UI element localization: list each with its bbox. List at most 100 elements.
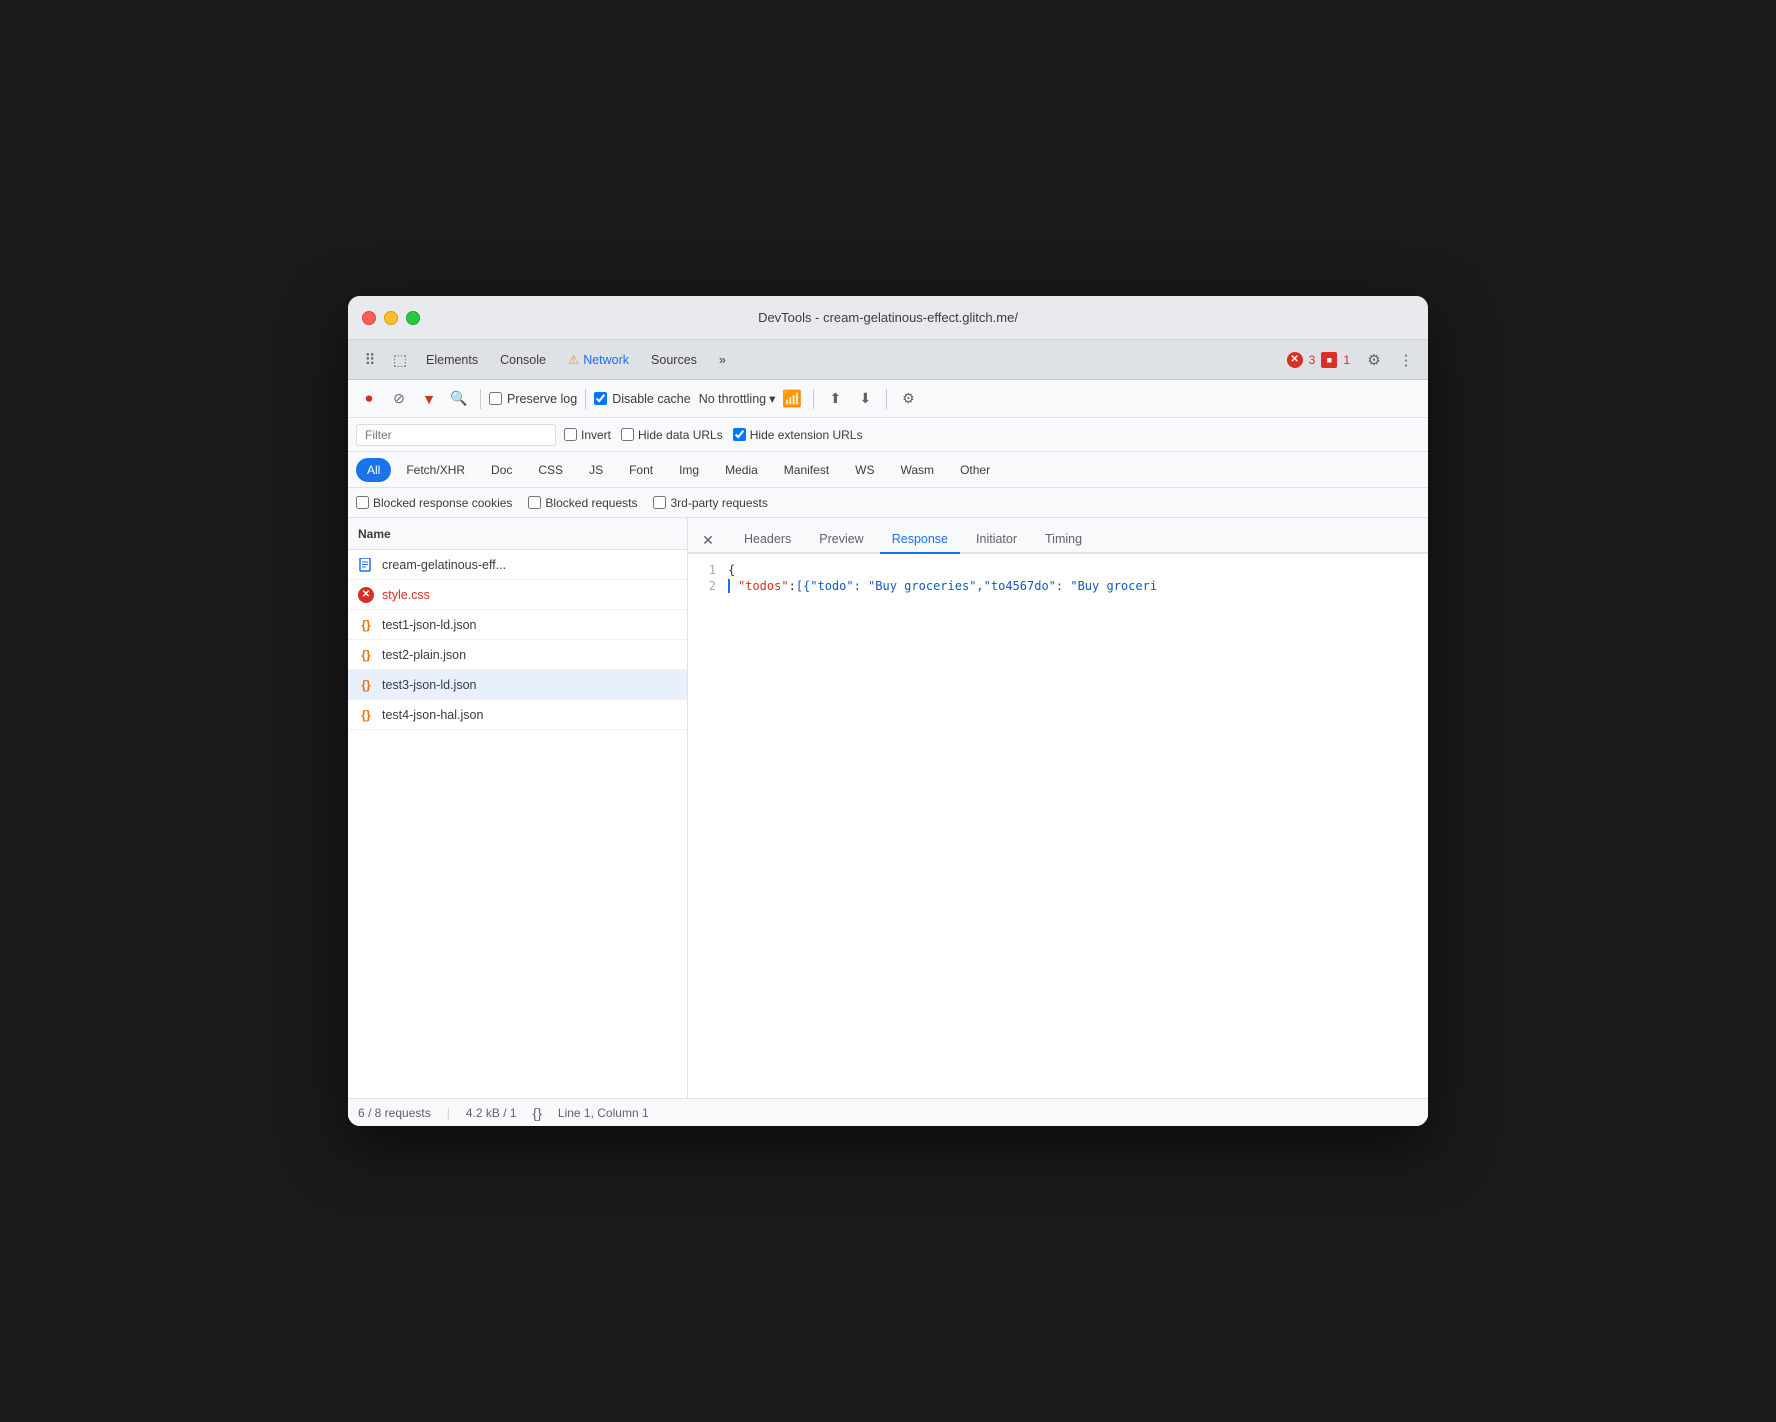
throttle-arrow: ▾ xyxy=(769,391,775,406)
type-btn-all[interactable]: All xyxy=(356,458,391,482)
preserve-log-label[interactable]: Preserve log xyxy=(489,392,577,406)
extra-filter-row: Blocked response cookies Blocked request… xyxy=(348,488,1428,518)
tab-timing[interactable]: Timing xyxy=(1033,526,1094,554)
hide-data-label[interactable]: Hide data URLs xyxy=(621,428,723,442)
json-icon-2: {} xyxy=(358,647,374,663)
type-btn-js[interactable]: JS xyxy=(578,458,614,482)
third-party-label[interactable]: 3rd-party requests xyxy=(653,496,767,510)
file-item-test2[interactable]: {} test2-plain.json xyxy=(348,640,687,670)
close-button[interactable] xyxy=(362,311,376,325)
hide-ext-label[interactable]: Hide extension URLs xyxy=(733,428,863,442)
separator-3 xyxy=(813,389,814,409)
clear-button[interactable]: ⊘ xyxy=(386,386,412,412)
preserve-log-checkbox[interactable] xyxy=(489,392,502,405)
network-settings-button[interactable]: ⚙ xyxy=(895,386,921,412)
type-btn-doc[interactable]: Doc xyxy=(480,458,523,482)
type-btn-other[interactable]: Other xyxy=(949,458,1001,482)
tab-response[interactable]: Response xyxy=(880,526,960,554)
line-number-1: 1 xyxy=(688,563,728,577)
responsive-icon[interactable]: ⬚ xyxy=(386,346,414,374)
more-options-icon[interactable]: ⋮ xyxy=(1392,346,1420,374)
blocked-requests-label[interactable]: Blocked requests xyxy=(528,496,637,510)
traffic-lights xyxy=(362,311,420,325)
blocked-cookies-text: Blocked response cookies xyxy=(373,496,512,510)
type-btn-wasm[interactable]: Wasm xyxy=(890,458,946,482)
window-title: DevTools - cream-gelatinous-effect.glitc… xyxy=(758,310,1018,325)
json-icon-3: {} xyxy=(358,677,374,693)
separator-2 xyxy=(585,389,586,409)
type-btn-ws[interactable]: WS xyxy=(844,458,885,482)
export-har-button[interactable]: ⬇ xyxy=(852,386,878,412)
search-button[interactable]: 🔍 xyxy=(446,386,472,412)
separator-4 xyxy=(886,389,887,409)
warn-badge: ■ xyxy=(1321,352,1337,368)
cursor-position: Line 1, Column 1 xyxy=(558,1106,649,1120)
online-icon[interactable]: 📶 xyxy=(779,386,805,412)
tab-console[interactable]: Console xyxy=(490,346,556,374)
main-content: Name cream-gelatinous-eff... ✕ style.css… xyxy=(348,518,1428,1098)
tab-more[interactable]: » xyxy=(709,346,736,374)
throttle-select[interactable]: No throttling ▾ xyxy=(699,391,776,406)
close-panel-button[interactable]: ✕ xyxy=(696,528,720,552)
filter-input[interactable] xyxy=(356,424,556,446)
blocked-cookies-checkbox[interactable] xyxy=(356,496,369,509)
disable-cache-label[interactable]: Disable cache xyxy=(594,392,691,406)
inspector-icon[interactable]: ⠿ xyxy=(356,346,384,374)
type-btn-img[interactable]: Img xyxy=(668,458,710,482)
settings-gear-icon[interactable]: ⚙ xyxy=(1360,346,1388,374)
code-content-1: { xyxy=(728,563,735,577)
status-separator: | xyxy=(447,1106,450,1120)
tab-initiator[interactable]: Initiator xyxy=(964,526,1029,554)
json-key-todos: "todos" xyxy=(738,579,789,593)
type-btn-css[interactable]: CSS xyxy=(527,458,574,482)
type-btn-media[interactable]: Media xyxy=(714,458,769,482)
format-icon[interactable]: {} xyxy=(533,1105,542,1121)
tab-sources[interactable]: Sources xyxy=(641,346,707,374)
title-bar: DevTools - cream-gelatinous-effect.glitc… xyxy=(348,296,1428,340)
separator-1 xyxy=(480,389,481,409)
file-item-style-css[interactable]: ✕ style.css xyxy=(348,580,687,610)
file-name-test2: test2-plain.json xyxy=(382,648,466,662)
throttle-value: No throttling xyxy=(699,392,766,406)
tab-headers[interactable]: Headers xyxy=(732,526,803,554)
name-column-header: Name xyxy=(358,527,391,541)
third-party-checkbox[interactable] xyxy=(653,496,666,509)
transfer-size: 4.2 kB / 1 xyxy=(466,1106,517,1120)
warning-icon: ⚠ xyxy=(568,352,579,367)
maximize-button[interactable] xyxy=(406,311,420,325)
file-name-cream: cream-gelatinous-eff... xyxy=(382,558,506,572)
file-name-style-css: style.css xyxy=(382,588,430,602)
warn-count: 1 xyxy=(1343,353,1350,367)
type-btn-manifest[interactable]: Manifest xyxy=(773,458,840,482)
third-party-text: 3rd-party requests xyxy=(670,496,767,510)
code-line-1: 1 { xyxy=(688,562,1428,578)
status-bar: 6 / 8 requests | 4.2 kB / 1 {} Line 1, C… xyxy=(348,1098,1428,1126)
file-item-test4[interactable]: {} test4-json-hal.json xyxy=(348,700,687,730)
type-btn-fetch-xhr[interactable]: Fetch/XHR xyxy=(395,458,476,482)
tab-network[interactable]: ⚠ Network xyxy=(558,346,639,374)
line-number-2: 2 xyxy=(688,579,728,593)
tab-preview[interactable]: Preview xyxy=(807,526,875,554)
invert-text: Invert xyxy=(581,428,611,442)
json-icon-4: {} xyxy=(358,707,374,723)
hide-ext-checkbox[interactable] xyxy=(733,428,746,441)
file-item-cream[interactable]: cream-gelatinous-eff... xyxy=(348,550,687,580)
file-item-test1[interactable]: {} test1-json-ld.json xyxy=(348,610,687,640)
json-colon: : xyxy=(789,579,796,593)
filter-button[interactable]: ▼ xyxy=(416,386,442,412)
disable-cache-checkbox[interactable] xyxy=(594,392,607,405)
blocked-requests-checkbox[interactable] xyxy=(528,496,541,509)
record-button[interactable]: ⏺ xyxy=(356,386,382,412)
import-har-button[interactable]: ⬆ xyxy=(822,386,848,412)
invert-label[interactable]: Invert xyxy=(564,428,611,442)
json-value-todos: [{"todo": "Buy groceries","to4567do": "B… xyxy=(796,579,1157,593)
json-icon-1: {} xyxy=(358,617,374,633)
minimize-button[interactable] xyxy=(384,311,398,325)
type-btn-font[interactable]: Font xyxy=(618,458,664,482)
invert-checkbox[interactable] xyxy=(564,428,577,441)
hide-data-checkbox[interactable] xyxy=(621,428,634,441)
tab-elements[interactable]: Elements xyxy=(416,346,488,374)
filter-row: Invert Hide data URLs Hide extension URL… xyxy=(348,418,1428,452)
blocked-cookies-label[interactable]: Blocked response cookies xyxy=(356,496,512,510)
file-item-test3[interactable]: {} test3-json-ld.json xyxy=(348,670,687,700)
